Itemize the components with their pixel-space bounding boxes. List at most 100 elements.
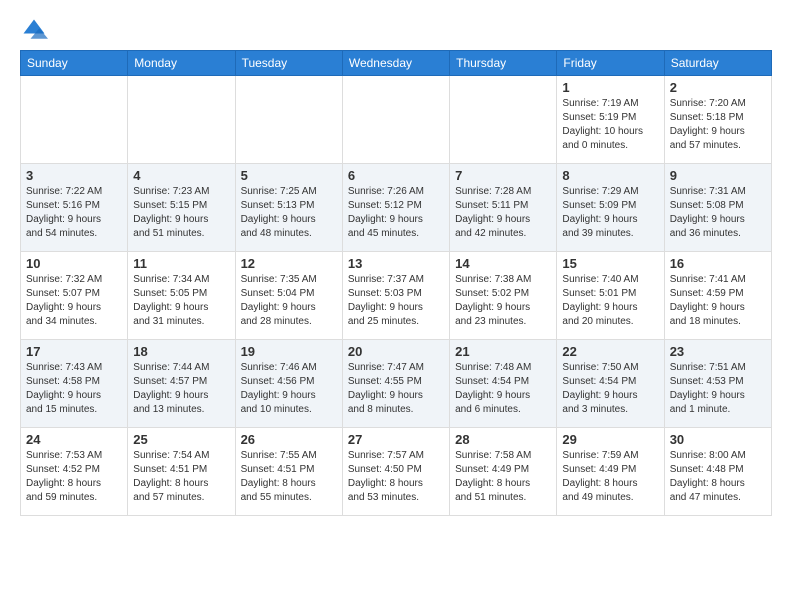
day-number: 29 [562,432,658,447]
day-number: 3 [26,168,122,183]
day-detail: Sunrise: 7:41 AM Sunset: 4:59 PM Dayligh… [670,273,766,329]
day-number: 23 [670,344,766,359]
day-detail: Sunrise: 7:54 AM Sunset: 4:51 PM Dayligh… [133,449,229,505]
day-detail: Sunrise: 7:22 AM Sunset: 5:16 PM Dayligh… [26,185,122,241]
calendar-cell: 12 Sunrise: 7:35 AM Sunset: 5:04 PM Dayli… [235,252,342,340]
calendar-cell: 20 Sunrise: 7:47 AM Sunset: 4:55 PM Dayli… [342,340,449,428]
calendar-cell: 8 Sunrise: 7:29 AM Sunset: 5:09 PM Daylig… [557,164,664,252]
day-number: 17 [26,344,122,359]
calendar-cell [235,76,342,164]
day-number: 30 [670,432,766,447]
day-number: 18 [133,344,229,359]
day-number: 14 [455,256,551,271]
day-number: 8 [562,168,658,183]
day-detail: Sunrise: 7:19 AM Sunset: 5:19 PM Dayligh… [562,97,658,153]
calendar-cell: 6Sunrise: 7:26 AM Sunset: 5:12 PM Daylig… [342,164,449,252]
day-detail: Sunrise: 7:38 AM Sunset: 5:02 PM Dayligh… [455,273,551,329]
header [20,16,772,44]
day-number: 24 [26,432,122,447]
calendar-cell: 15 Sunrise: 7:40 AM Sunset: 5:01 PM Dayli… [557,252,664,340]
calendar: SundayMondayTuesdayWednesdayThursdayFrid… [20,50,772,516]
calendar-cell: 21Sunrise: 7:48 AM Sunset: 4:54 PM Dayli… [450,340,557,428]
day-number: 28 [455,432,551,447]
day-detail: Sunrise: 7:43 AM Sunset: 4:58 PM Dayligh… [26,361,122,417]
calendar-cell: 13 Sunrise: 7:37 AM Sunset: 5:03 PM Dayli… [342,252,449,340]
col-header-monday: Monday [128,51,235,76]
col-header-saturday: Saturday [664,51,771,76]
day-detail: Sunrise: 8:00 AM Sunset: 4:48 PM Dayligh… [670,449,766,505]
calendar-cell [128,76,235,164]
day-detail: Sunrise: 7:44 AM Sunset: 4:57 PM Dayligh… [133,361,229,417]
day-detail: Sunrise: 7:37 AM Sunset: 5:03 PM Dayligh… [348,273,444,329]
calendar-cell: 4Sunrise: 7:23 AM Sunset: 5:15 PM Daylig… [128,164,235,252]
logo-icon [20,16,48,44]
day-detail: Sunrise: 7:23 AM Sunset: 5:15 PM Dayligh… [133,185,229,241]
day-detail: Sunrise: 7:28 AM Sunset: 5:11 PM Dayligh… [455,185,551,241]
col-header-sunday: Sunday [21,51,128,76]
calendar-cell: 5 Sunrise: 7:25 AM Sunset: 5:13 PM Daylig… [235,164,342,252]
calendar-cell: 19 Sunrise: 7:46 AM Sunset: 4:56 PM Dayli… [235,340,342,428]
day-number: 16 [670,256,766,271]
day-detail: Sunrise: 7:32 AM Sunset: 5:07 PM Dayligh… [26,273,122,329]
calendar-week-4: 24 Sunrise: 7:53 AM Sunset: 4:52 PM Dayli… [21,428,772,516]
calendar-week-1: 3 Sunrise: 7:22 AM Sunset: 5:16 PM Daylig… [21,164,772,252]
calendar-week-0: 1 Sunrise: 7:19 AM Sunset: 5:19 PM Daylig… [21,76,772,164]
calendar-cell: 22 Sunrise: 7:50 AM Sunset: 4:54 PM Dayli… [557,340,664,428]
day-number: 19 [241,344,337,359]
calendar-cell: 3 Sunrise: 7:22 AM Sunset: 5:16 PM Daylig… [21,164,128,252]
calendar-cell: 24 Sunrise: 7:53 AM Sunset: 4:52 PM Dayli… [21,428,128,516]
calendar-cell: 23Sunrise: 7:51 AM Sunset: 4:53 PM Dayli… [664,340,771,428]
day-detail: Sunrise: 7:29 AM Sunset: 5:09 PM Dayligh… [562,185,658,241]
day-number: 1 [562,80,658,95]
day-number: 20 [348,344,444,359]
calendar-week-3: 17 Sunrise: 7:43 AM Sunset: 4:58 PM Dayli… [21,340,772,428]
day-detail: Sunrise: 7:47 AM Sunset: 4:55 PM Dayligh… [348,361,444,417]
calendar-cell: 17 Sunrise: 7:43 AM Sunset: 4:58 PM Dayli… [21,340,128,428]
calendar-cell: 25 Sunrise: 7:54 AM Sunset: 4:51 PM Dayli… [128,428,235,516]
day-detail: Sunrise: 7:25 AM Sunset: 5:13 PM Dayligh… [241,185,337,241]
col-header-thursday: Thursday [450,51,557,76]
calendar-week-2: 10 Sunrise: 7:32 AM Sunset: 5:07 PM Dayli… [21,252,772,340]
calendar-cell: 11 Sunrise: 7:34 AM Sunset: 5:05 PM Dayli… [128,252,235,340]
col-header-tuesday: Tuesday [235,51,342,76]
day-number: 13 [348,256,444,271]
page: SundayMondayTuesdayWednesdayThursdayFrid… [0,0,792,612]
day-detail: Sunrise: 7:53 AM Sunset: 4:52 PM Dayligh… [26,449,122,505]
day-detail: Sunrise: 7:46 AM Sunset: 4:56 PM Dayligh… [241,361,337,417]
day-number: 2 [670,80,766,95]
day-detail: Sunrise: 7:34 AM Sunset: 5:05 PM Dayligh… [133,273,229,329]
day-number: 15 [562,256,658,271]
day-detail: Sunrise: 7:58 AM Sunset: 4:49 PM Dayligh… [455,449,551,505]
col-header-friday: Friday [557,51,664,76]
day-number: 6 [348,168,444,183]
day-detail: Sunrise: 7:57 AM Sunset: 4:50 PM Dayligh… [348,449,444,505]
calendar-cell: 2Sunrise: 7:20 AM Sunset: 5:18 PM Daylig… [664,76,771,164]
day-detail: Sunrise: 7:40 AM Sunset: 5:01 PM Dayligh… [562,273,658,329]
day-number: 27 [348,432,444,447]
calendar-cell: 27 Sunrise: 7:57 AM Sunset: 4:50 PM Dayli… [342,428,449,516]
day-detail: Sunrise: 7:55 AM Sunset: 4:51 PM Dayligh… [241,449,337,505]
day-number: 10 [26,256,122,271]
logo [20,16,52,44]
calendar-cell: 7Sunrise: 7:28 AM Sunset: 5:11 PM Daylig… [450,164,557,252]
day-number: 25 [133,432,229,447]
calendar-cell: 16 Sunrise: 7:41 AM Sunset: 4:59 PM Dayli… [664,252,771,340]
calendar-header-row: SundayMondayTuesdayWednesdayThursdayFrid… [21,51,772,76]
calendar-cell: 30 Sunrise: 8:00 AM Sunset: 4:48 PM Dayli… [664,428,771,516]
calendar-cell: 29Sunrise: 7:59 AM Sunset: 4:49 PM Dayli… [557,428,664,516]
day-number: 26 [241,432,337,447]
day-number: 5 [241,168,337,183]
calendar-cell [342,76,449,164]
col-header-wednesday: Wednesday [342,51,449,76]
day-detail: Sunrise: 7:50 AM Sunset: 4:54 PM Dayligh… [562,361,658,417]
calendar-cell: 9Sunrise: 7:31 AM Sunset: 5:08 PM Daylig… [664,164,771,252]
calendar-cell [450,76,557,164]
day-number: 12 [241,256,337,271]
calendar-cell: 10 Sunrise: 7:32 AM Sunset: 5:07 PM Dayli… [21,252,128,340]
day-detail: Sunrise: 7:48 AM Sunset: 4:54 PM Dayligh… [455,361,551,417]
day-number: 11 [133,256,229,271]
calendar-cell: 28 Sunrise: 7:58 AM Sunset: 4:49 PM Dayli… [450,428,557,516]
day-number: 22 [562,344,658,359]
day-number: 9 [670,168,766,183]
day-detail: Sunrise: 7:35 AM Sunset: 5:04 PM Dayligh… [241,273,337,329]
